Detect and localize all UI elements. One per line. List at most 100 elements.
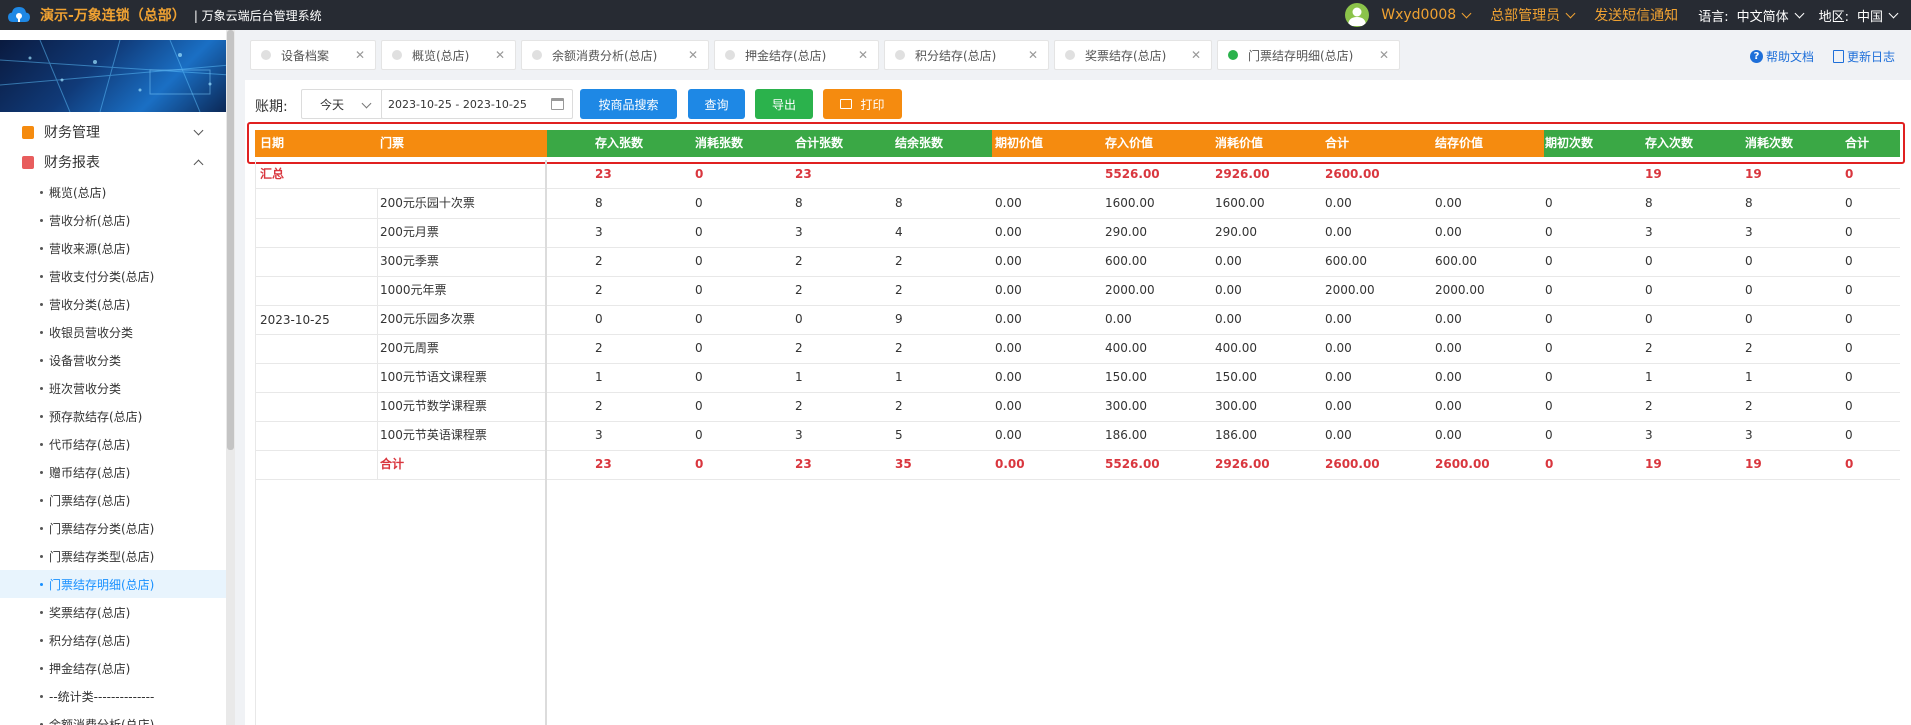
column-header[interactable]: 合计张数 [795, 130, 843, 157]
table-cell: 0.00 [1435, 196, 1462, 210]
table-cell: 8 [1745, 196, 1753, 210]
table-cell: 0.00 [995, 283, 1022, 297]
print-button[interactable]: 打印 [823, 89, 902, 119]
row-divider [255, 276, 1900, 277]
table-cell: 0 [1545, 283, 1553, 297]
sidebar-item[interactable]: 营收支付分类(总店) [0, 262, 233, 290]
table-header: 日期 门票 存入张数 消耗张数 合计张数 结余张数 期初价值 存入价值 消耗价值… [255, 130, 1900, 157]
column-header[interactable]: 消耗价值 [1215, 130, 1263, 157]
chevron-down-icon [1461, 8, 1472, 18]
period-select[interactable]: 今天 [301, 89, 383, 119]
tab-overview[interactable]: 概览(总店) ✕ [381, 40, 516, 70]
user-avatar[interactable] [1345, 3, 1370, 27]
table-cell: 3 [1745, 225, 1753, 239]
column-header[interactable]: 消耗张数 [695, 130, 743, 157]
table-cell: 2000.00 [1325, 283, 1375, 297]
chevron-up-icon [193, 159, 204, 170]
sidebar-item[interactable]: 押金结存(总店) [0, 654, 233, 682]
column-header[interactable]: 日期 [260, 130, 284, 157]
tab-points-balance[interactable]: 积分结存(总店) ✕ [884, 40, 1049, 70]
sidebar-item[interactable]: 营收分析(总店) [0, 206, 233, 234]
sidebar-item[interactable]: 门票结存(总店) [0, 486, 233, 514]
sidebar-item[interactable]: --统计类-------------- [0, 682, 233, 710]
sidebar-item[interactable]: 设备营收分类 [0, 346, 233, 374]
query-button[interactable]: 查询 [688, 89, 745, 119]
search-by-product-button[interactable]: 按商品搜索 [580, 89, 677, 119]
sidebar-item[interactable]: 门票结存类型(总店) [0, 542, 233, 570]
sidebar-item[interactable]: 奖票结存(总店) [0, 598, 233, 626]
sidebar-item[interactable]: 预存款结存(总店) [0, 402, 233, 430]
column-header[interactable]: 合计 [1325, 130, 1349, 157]
sidebar-item[interactable]: 代币结存(总店) [0, 430, 233, 458]
finance-management-icon [22, 125, 34, 139]
column-header[interactable]: 合计 [1845, 130, 1869, 157]
sidebar-item-active[interactable]: 门票结存明细(总店) [0, 570, 233, 598]
column-header[interactable]: 结余张数 [895, 130, 943, 157]
tab-reward-ticket-balance[interactable]: 奖票结存(总店) ✕ [1054, 40, 1212, 70]
sidebar-item[interactable]: 营收来源(总店) [0, 234, 233, 262]
table-cell: 0.00 [995, 312, 1022, 326]
table-cell: 200元月票 [380, 225, 439, 239]
sidebar-item[interactable]: 积分结存(总店) [0, 626, 233, 654]
close-icon[interactable]: ✕ [355, 48, 365, 62]
role-menu[interactable]: 总部管理员 [1490, 5, 1576, 25]
close-icon[interactable]: ✕ [688, 48, 698, 62]
close-icon[interactable]: ✕ [495, 48, 505, 62]
table-cell: 0.00 [1215, 283, 1242, 297]
tab-ticket-balance-detail[interactable]: 门票结存明细(总店) ✕ [1217, 40, 1400, 70]
close-icon[interactable]: ✕ [1191, 48, 1201, 62]
table-cell: 0.00 [1435, 225, 1462, 239]
user-menu[interactable]: Wxyd0008 [1381, 7, 1472, 23]
sidebar-item[interactable]: 概览(总店) [0, 178, 233, 206]
close-icon[interactable]: ✕ [858, 48, 868, 62]
column-header[interactable]: 消耗次数 [1745, 130, 1793, 157]
printer-icon [840, 99, 853, 109]
brand-name[interactable]: 演示-万象连锁（总部） [40, 5, 186, 25]
tab-deposit-balance[interactable]: 押金结存(总店) ✕ [714, 40, 879, 70]
table-cell: 100元节数学课程票 [380, 399, 487, 413]
close-icon[interactable]: ✕ [1379, 48, 1389, 62]
table-cell: 2000.00 [1105, 283, 1155, 297]
changelog-link[interactable]: 更新日志 [1833, 48, 1895, 65]
table-cell: 1600.00 [1105, 196, 1155, 210]
table-cell: 290.00 [1215, 225, 1257, 239]
menu-group-finance-reports[interactable]: 财务报表 [0, 148, 226, 176]
tab-balance-consumption[interactable]: 余额消费分析(总店) ✕ [521, 40, 709, 70]
menu-group-finance-management[interactable]: 财务管理 [0, 118, 226, 146]
column-header[interactable]: 期初价值 [995, 130, 1043, 157]
column-header[interactable]: 存入价值 [1105, 130, 1153, 157]
column-header[interactable]: 结存价值 [1435, 130, 1483, 157]
column-header[interactable]: 存入次数 [1645, 130, 1693, 157]
table-cell: 1 [1745, 370, 1753, 384]
sidebar-item[interactable]: 赠币结存(总店) [0, 458, 233, 486]
column-header[interactable]: 门票 [380, 130, 404, 157]
tab-label: 余额消费分析(总店) [552, 48, 658, 63]
table-cell: 1600.00 [1215, 196, 1265, 210]
help-doc-link[interactable]: ? 帮助文档 [1750, 48, 1814, 65]
sidebar-scrollbar[interactable] [226, 30, 235, 725]
table-cell: 186.00 [1215, 428, 1257, 442]
sidebar-item[interactable]: 门票结存分类(总店) [0, 514, 233, 542]
table-cell: 0 [1545, 457, 1554, 471]
region-menu[interactable]: 地区: 中国 [1819, 6, 1899, 25]
column-header[interactable]: 存入张数 [595, 130, 643, 157]
tab-label: 奖票结存(总店) [1085, 48, 1167, 63]
table-cell: 2926.00 [1215, 167, 1270, 181]
column-header[interactable]: 期初次数 [1545, 130, 1593, 157]
sidebar-item[interactable]: 收银员营收分类 [0, 318, 233, 346]
sidebar-item[interactable]: 班次营收分类 [0, 374, 233, 402]
table-cell: 600.00 [1435, 254, 1477, 268]
export-button[interactable]: 导出 [755, 89, 813, 119]
language-menu[interactable]: 语言: 中文简体 [1698, 6, 1805, 25]
table-cell: 0 [595, 312, 603, 326]
date-range-input[interactable]: 2023-10-25 - 2023-10-25 [381, 89, 573, 119]
table-cell: 0 [1645, 254, 1653, 268]
sidebar-item[interactable]: 营收分类(总店) [0, 290, 233, 318]
tab-device-archive[interactable]: 设备档案 ✕ [250, 40, 376, 70]
table-cell: 0 [1545, 312, 1553, 326]
table-cell: 1000元年票 [380, 283, 447, 297]
close-icon[interactable]: ✕ [1028, 48, 1038, 62]
send-sms-link[interactable]: 发送短信通知 [1594, 5, 1678, 25]
sidebar-scroll-thumb[interactable] [227, 30, 234, 450]
sidebar-item[interactable]: 余额消费分析(总店) [0, 710, 233, 725]
